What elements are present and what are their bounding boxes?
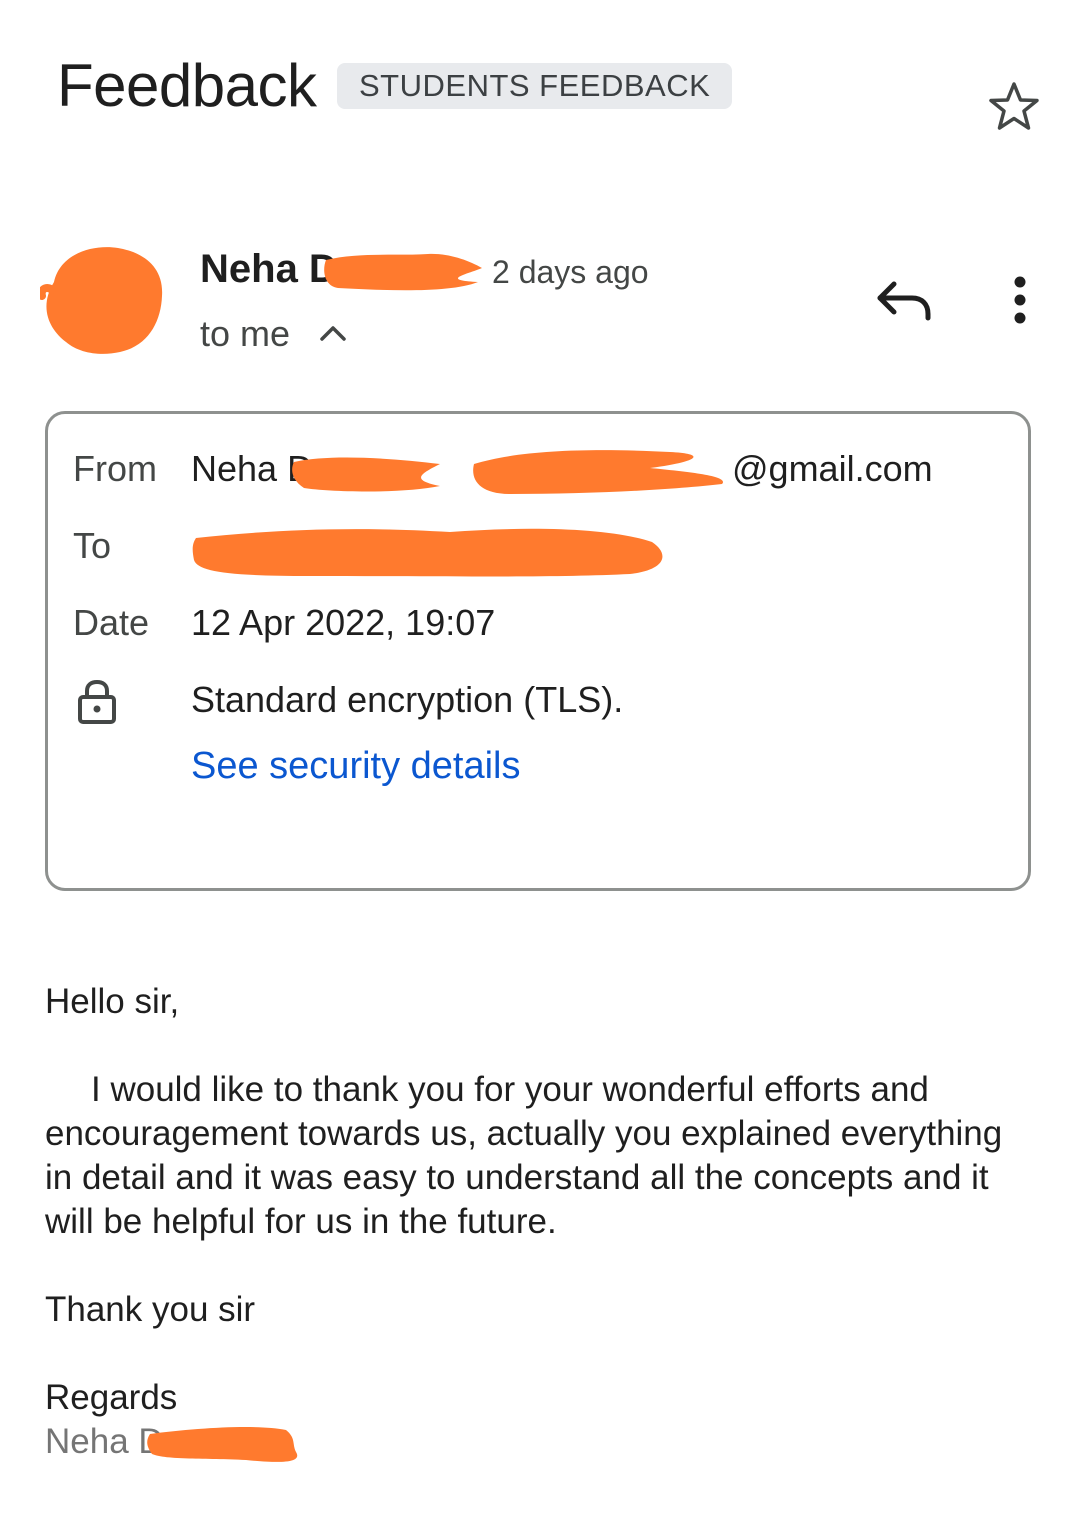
- encryption-text: Standard encryption (TLS).: [191, 679, 624, 720]
- sender-name-redaction: [318, 250, 486, 294]
- thanks-line: Thank you sir: [45, 1290, 256, 1329]
- greeting: Hello sir,: [45, 982, 180, 1021]
- star-icon[interactable]: [984, 78, 1044, 138]
- date-value: 12 Apr 2022, 19:07: [191, 602, 496, 643]
- from-redaction: [290, 450, 730, 502]
- email-subject: Feedback: [57, 52, 317, 119]
- more-vert-icon[interactable]: [1000, 272, 1040, 328]
- date-label: Date: [73, 602, 150, 643]
- body-paragraph: I would like to thank you for your wonde…: [45, 1070, 1003, 1241]
- regards-line: Regards: [45, 1378, 178, 1417]
- reply-icon[interactable]: [874, 272, 936, 328]
- from-email-suffix: @gmail.com: [732, 448, 933, 489]
- to-redaction: [190, 524, 670, 580]
- lock-icon: [76, 679, 118, 725]
- recipient-summary[interactable]: to me: [200, 311, 290, 357]
- label-chip[interactable]: STUDENTS FEEDBACK: [337, 63, 733, 109]
- to-label: To: [73, 525, 112, 566]
- sender-avatar[interactable]: [37, 242, 166, 358]
- security-details-link[interactable]: See security details: [191, 742, 521, 790]
- signature-redaction: [146, 1424, 304, 1466]
- sent-time: 2 days ago: [492, 254, 649, 290]
- from-label: From: [73, 448, 157, 489]
- chevron-up-icon[interactable]: [318, 318, 348, 348]
